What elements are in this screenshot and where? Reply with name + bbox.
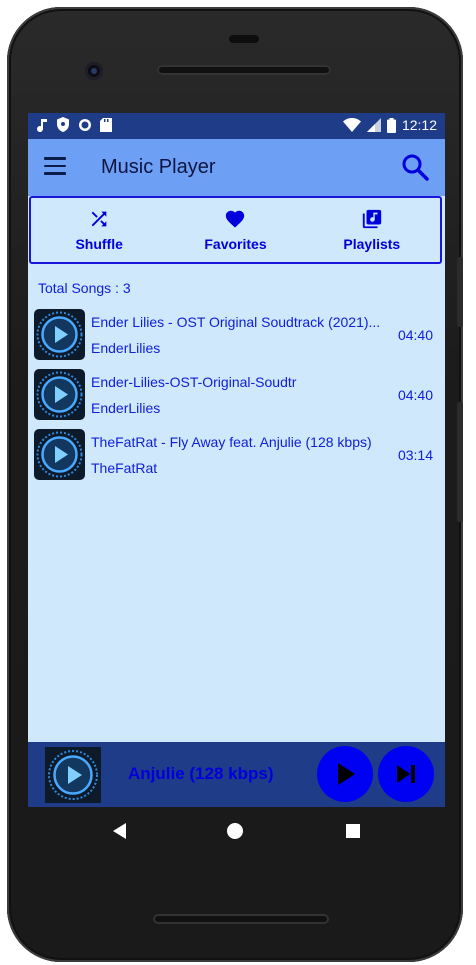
shuffle-icon	[91, 211, 107, 227]
tab-bar: Shuffle Favorites Playlists	[29, 196, 442, 264]
bottom-speaker	[153, 914, 329, 924]
circle-status-icon	[79, 118, 91, 131]
song-list-item[interactable]: Ender-Lilies-OST-Original-Soudtr EnderLi…	[34, 367, 439, 421]
volume-button	[457, 257, 463, 327]
song-duration: 03:14	[397, 447, 433, 463]
album-art	[34, 369, 85, 420]
tab-favorites-label: Favorites	[204, 236, 267, 252]
play-disc-icon	[36, 371, 83, 418]
song-list-item[interactable]: Ender Lilies - OST Original Soudtrack (2…	[34, 307, 439, 361]
tab-playlists[interactable]: Playlists	[304, 198, 440, 262]
app-title: Music Player	[101, 156, 216, 178]
heart-icon	[226, 210, 245, 228]
music-note-icon	[37, 118, 47, 132]
song-list-item[interactable]: TheFatRat - Fly Away feat. Anjulie (128 …	[34, 427, 439, 481]
album-art	[34, 309, 85, 360]
now-playing-art	[45, 747, 101, 803]
signal-icon	[366, 118, 381, 132]
album-art	[34, 429, 85, 480]
now-playing-title: Anjulie (128 kbps)	[128, 764, 274, 783]
tab-playlists-label: Playlists	[343, 236, 401, 252]
system-nav-bar	[28, 807, 445, 855]
play-disc-icon	[36, 311, 83, 358]
tab-favorites[interactable]: Favorites	[167, 198, 303, 262]
status-bar: 12:12	[28, 113, 445, 139]
earpiece-slot	[229, 35, 259, 43]
menu-button[interactable]	[44, 157, 66, 177]
tab-shuffle[interactable]: Shuffle	[31, 198, 167, 262]
status-time: 12:12	[401, 117, 437, 133]
power-button	[457, 402, 463, 522]
total-songs-label: Total Songs : 3	[38, 280, 131, 296]
now-playing-bar[interactable]: Anjulie (128 kbps)	[28, 742, 445, 807]
song-title: TheFatRat - Fly Away feat. Anjulie (128 …	[91, 434, 372, 450]
song-artist: EnderLilies	[91, 340, 161, 356]
song-artist: EnderLilies	[91, 400, 161, 416]
skip-next-icon	[397, 765, 415, 783]
home-button[interactable]	[227, 823, 243, 839]
front-camera	[85, 62, 103, 80]
hamburger-icon	[44, 157, 66, 160]
recents-button[interactable]	[346, 824, 360, 838]
play-disc-icon	[36, 431, 83, 478]
app-toolbar: Music Player	[28, 139, 445, 196]
back-icon[interactable]	[112, 823, 128, 839]
song-duration: 04:40	[397, 387, 433, 403]
play-button[interactable]	[317, 746, 373, 802]
next-button[interactable]	[378, 746, 434, 802]
shield-icon	[57, 117, 69, 132]
song-title: Ender-Lilies-OST-Original-Soudtr	[91, 374, 297, 390]
tab-shuffle-label: Shuffle	[75, 236, 123, 252]
play-disc-icon	[48, 750, 98, 800]
song-title: Ender Lilies - OST Original Soudtrack (2…	[91, 314, 381, 330]
battery-icon	[386, 117, 396, 133]
hamburger-icon-line	[44, 164, 66, 167]
top-speaker	[157, 65, 331, 75]
song-duration: 04:40	[397, 327, 433, 343]
app-screen: 12:12 Music Player Shuffle Favorites Pla…	[28, 113, 445, 807]
search-icon[interactable]	[401, 153, 429, 181]
playlist-icon	[362, 209, 381, 229]
play-icon	[338, 763, 355, 785]
sd-card-icon	[100, 117, 112, 132]
hamburger-icon-line	[44, 172, 66, 175]
song-artist: TheFatRat	[91, 460, 158, 476]
wifi-icon	[342, 118, 361, 132]
